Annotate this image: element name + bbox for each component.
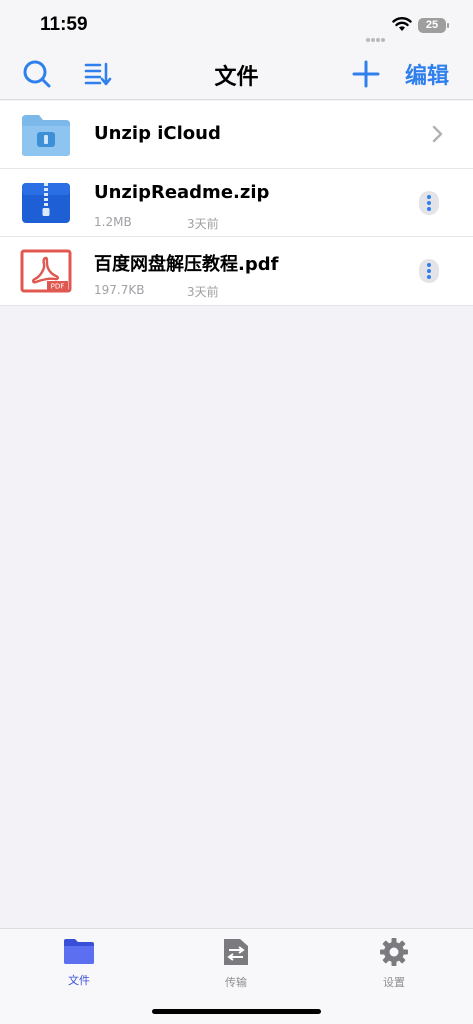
file-name: Unzip iCloud [94, 123, 221, 144]
pdf-file-icon: PDF [20, 249, 72, 297]
file-size: 197.7KB [94, 283, 145, 297]
file-name: UnzipReadme.zip [94, 182, 270, 203]
battery-cap [447, 23, 449, 28]
tab-label: 传输 [225, 976, 247, 989]
list-item-zip[interactable]: UnzipReadme.zip 1.2MB 3天前 [0, 169, 473, 237]
tab-label: 设置 [383, 976, 405, 989]
tab-transfer[interactable]: 传输 [196, 937, 276, 990]
tab-files[interactable]: 文件 [39, 937, 119, 988]
wifi-icon [392, 16, 412, 36]
folder-icon [63, 939, 95, 969]
status-time: 11:59 [40, 14, 88, 35]
status-bar: 11:59 25 [0, 0, 473, 48]
home-indicator [152, 1009, 321, 1014]
file-name: 百度网盘解压教程.pdf [94, 254, 279, 275]
pdf-badge-text: PDF [51, 283, 65, 291]
file-list: Unzip iCloud UnzipReadme.zip 1.2MB 3天前 P… [0, 101, 473, 306]
cellular-signal-icon [366, 27, 386, 42]
list-item-folder[interactable]: Unzip iCloud [0, 101, 473, 169]
cloud-folder-icon [20, 113, 72, 161]
edit-button[interactable]: 编辑 [405, 58, 449, 90]
nav-bar: 文件 编辑 [0, 48, 473, 100]
gear-icon [379, 938, 409, 971]
list-item-pdf[interactable]: PDF 百度网盘解压教程.pdf 197.7KB 3天前 [0, 237, 473, 306]
file-date: 3天前 [187, 285, 219, 299]
transfer-icon [220, 939, 252, 971]
more-options-icon[interactable] [419, 259, 439, 283]
tab-settings[interactable]: 设置 [354, 937, 434, 990]
zip-archive-icon [20, 181, 72, 229]
page-title: 文件 [214, 65, 259, 90]
battery-icon: 25 [418, 18, 446, 33]
more-options-icon[interactable] [419, 191, 439, 215]
file-size: 1.2MB [94, 215, 132, 229]
plus-icon[interactable] [352, 60, 380, 92]
tab-label: 文件 [68, 974, 90, 987]
file-date: 3天前 [187, 217, 219, 231]
chevron-right-icon [432, 125, 444, 147]
